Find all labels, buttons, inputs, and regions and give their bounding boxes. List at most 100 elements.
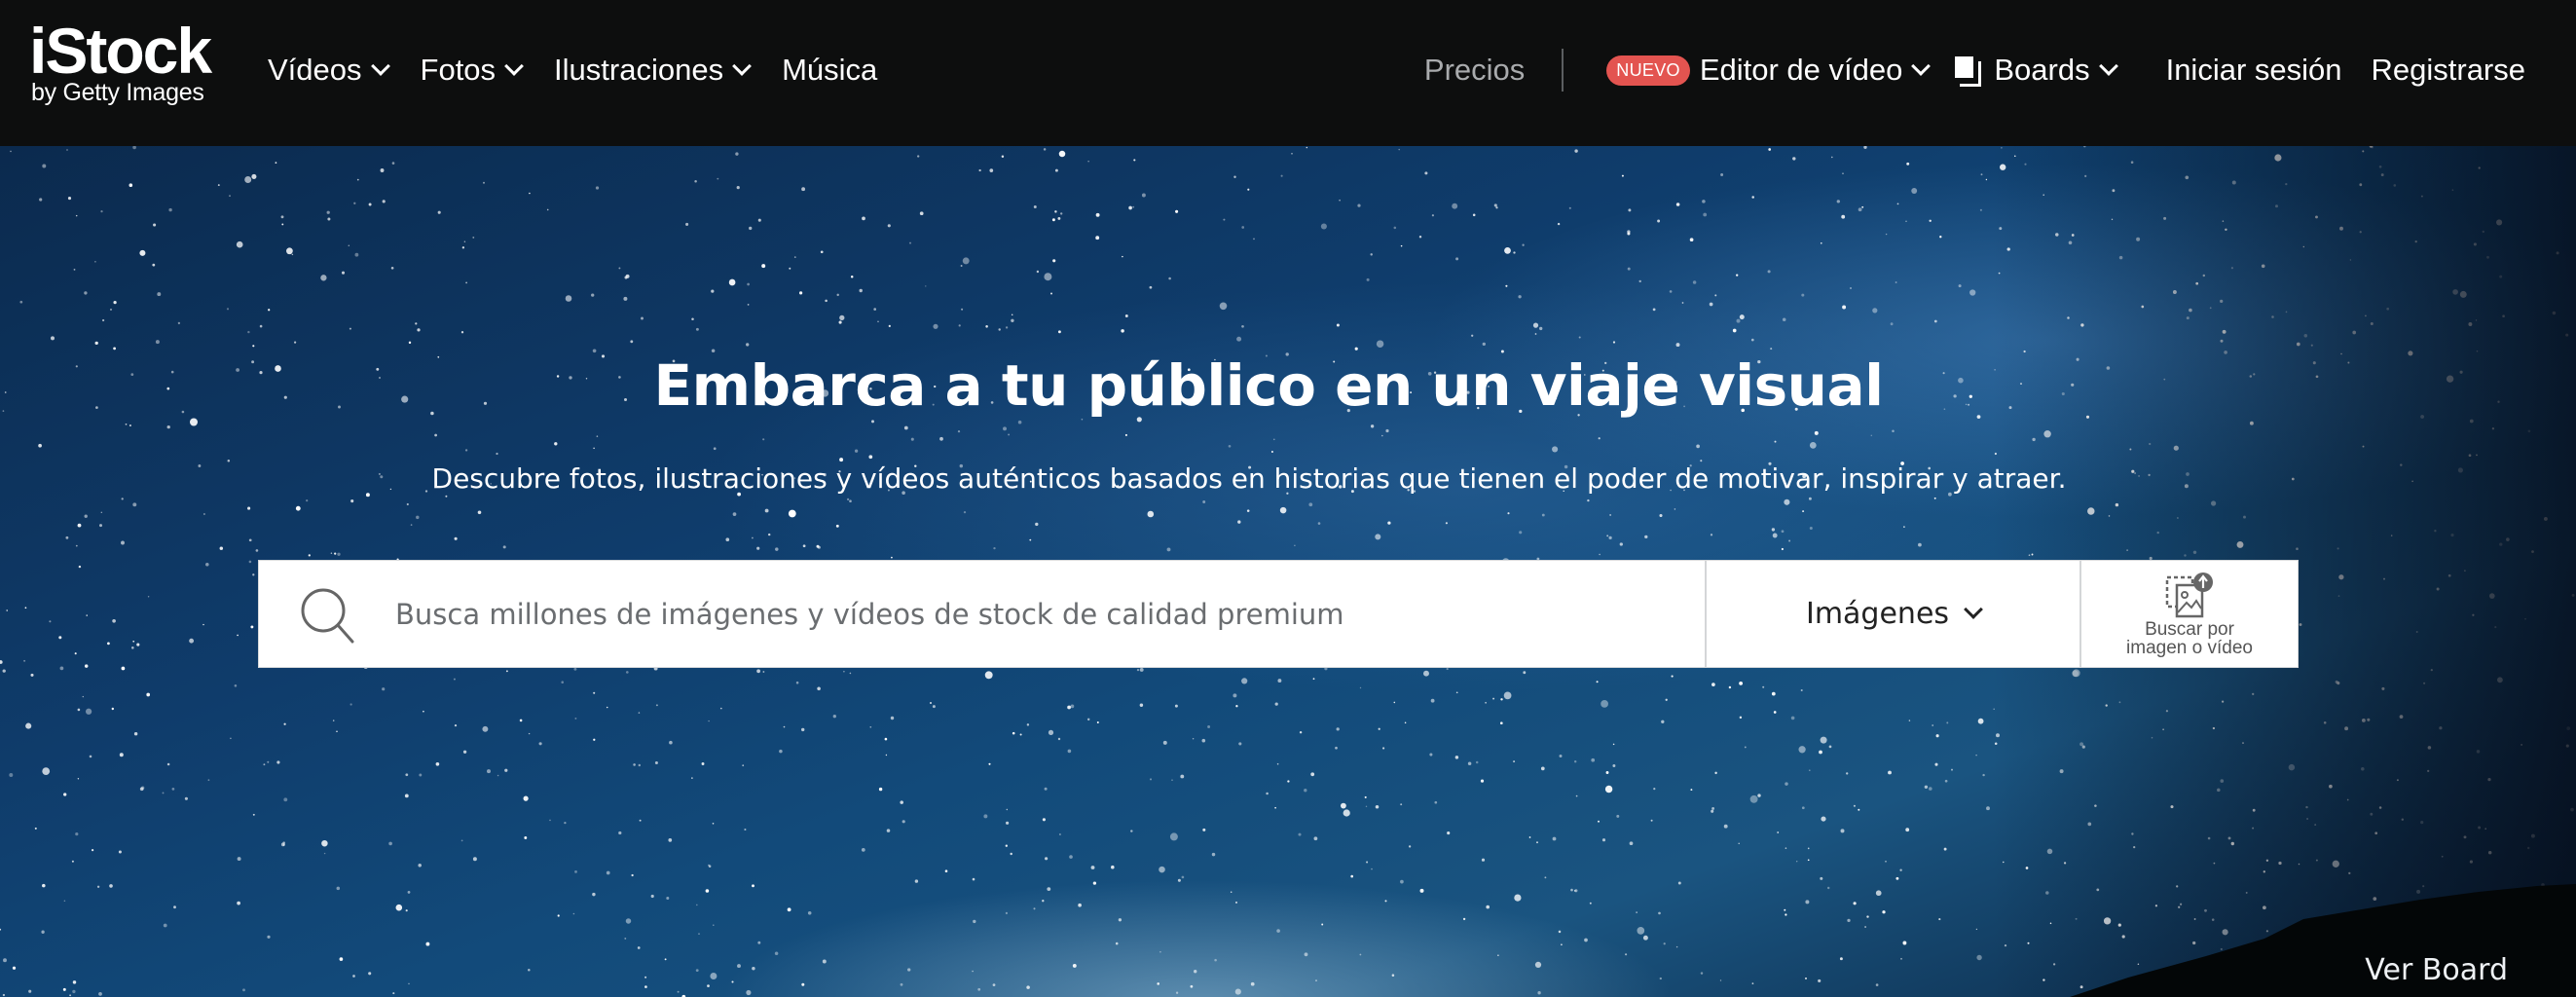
- star: [219, 546, 224, 550]
- star: [1802, 510, 1805, 513]
- nav-item-fotos[interactable]: Fotos: [421, 53, 524, 88]
- star: [1384, 900, 1387, 903]
- chevron-down-icon: [1911, 55, 1932, 76]
- star: [177, 321, 181, 325]
- star: [1608, 535, 1612, 540]
- star: [817, 545, 821, 549]
- view-board-link[interactable]: Ver Board: [2365, 953, 2508, 987]
- star: [121, 498, 124, 500]
- star: [1785, 913, 1787, 916]
- star: [1905, 828, 1910, 832]
- star: [885, 754, 888, 757]
- star: [350, 703, 352, 706]
- media-type-dropdown[interactable]: Imágenes: [1707, 561, 2081, 667]
- star: [1840, 829, 1845, 833]
- star: [1570, 888, 1573, 892]
- star: [1033, 907, 1036, 910]
- star: [417, 328, 421, 332]
- hero-title: Embarca a tu público en un viaje visual: [653, 352, 1884, 419]
- star: [523, 795, 529, 801]
- star: [1767, 270, 1771, 274]
- istock-logo[interactable]: iStock by Getty Images: [29, 18, 229, 114]
- star: [1604, 785, 1613, 794]
- nav-item-label: Ilustraciones: [554, 53, 724, 87]
- star: [1235, 901, 1237, 904]
- star: [163, 923, 167, 928]
- star: [1801, 293, 1805, 297]
- star: [408, 982, 410, 985]
- search-icon[interactable]: [298, 585, 356, 644]
- star: [121, 540, 125, 545]
- star: [1809, 442, 1817, 449]
- sign-in-link[interactable]: Iniciar sesión: [2166, 53, 2342, 88]
- star: [618, 831, 622, 835]
- star: [1486, 905, 1490, 909]
- pricing-link[interactable]: Precios: [1424, 53, 1525, 88]
- star: [888, 324, 891, 328]
- new-badge: NUEVO: [1606, 55, 1690, 86]
- star: [252, 345, 255, 348]
- nav-item-musica[interactable]: Música: [782, 53, 877, 88]
- star: [1287, 780, 1290, 783]
- star: [337, 552, 341, 556]
- star: [85, 708, 92, 715]
- star: [1700, 972, 1704, 975]
- star: [668, 838, 673, 842]
- star: [86, 614, 88, 616]
- star: [28, 989, 32, 993]
- star: [1157, 982, 1159, 985]
- star: [125, 423, 128, 425]
- star: [593, 738, 596, 741]
- boards-menu[interactable]: Boards: [1955, 53, 2118, 88]
- star: [933, 323, 938, 329]
- star: [869, 725, 872, 728]
- star: [34, 827, 37, 830]
- star: [1357, 203, 1361, 207]
- star: [963, 510, 967, 514]
- star: [1890, 322, 1894, 326]
- star: [38, 443, 42, 448]
- star: [1445, 522, 1448, 525]
- star: [1720, 173, 1724, 176]
- search-input[interactable]: [395, 597, 1661, 631]
- star: [757, 941, 761, 944]
- star: [1408, 845, 1412, 848]
- star: [336, 886, 341, 891]
- register-link[interactable]: Registrarse: [2372, 53, 2526, 88]
- star: [72, 980, 77, 984]
- star: [72, 989, 76, 994]
- star: [1280, 174, 1283, 177]
- star: [1638, 279, 1641, 283]
- nav-item-ilustraciones[interactable]: Ilustraciones: [554, 53, 752, 88]
- nav-item-videos[interactable]: Vídeos: [268, 53, 390, 88]
- video-editor-menu[interactable]: NUEVO Editor de vídeo: [1606, 53, 1932, 88]
- visual-search-label-1: Buscar por: [2145, 618, 2234, 640]
- star: [78, 565, 82, 569]
- star: [454, 723, 458, 727]
- star: [1612, 764, 1616, 767]
- star: [977, 987, 981, 991]
- star: [1537, 991, 1541, 995]
- star: [133, 731, 138, 736]
- star: [1147, 510, 1155, 518]
- star: [907, 968, 911, 972]
- star: [1047, 887, 1051, 891]
- visual-search-button[interactable]: Buscar por imagen o vídeo: [2081, 561, 2298, 667]
- star: [1190, 984, 1194, 988]
- star: [1723, 824, 1728, 829]
- star: [1700, 460, 1703, 462]
- star: [461, 246, 465, 249]
- star: [1675, 945, 1678, 948]
- star: [731, 980, 734, 983]
- star: [1514, 894, 1522, 902]
- star: [380, 168, 385, 172]
- star: [1875, 890, 1882, 897]
- star: [775, 547, 779, 551]
- star: [281, 223, 284, 226]
- star: [1141, 193, 1146, 198]
- star: [1447, 831, 1451, 835]
- star: [168, 207, 172, 212]
- nav-divider: [1562, 49, 1564, 92]
- star: [1049, 292, 1053, 295]
- star: [1976, 954, 1982, 961]
